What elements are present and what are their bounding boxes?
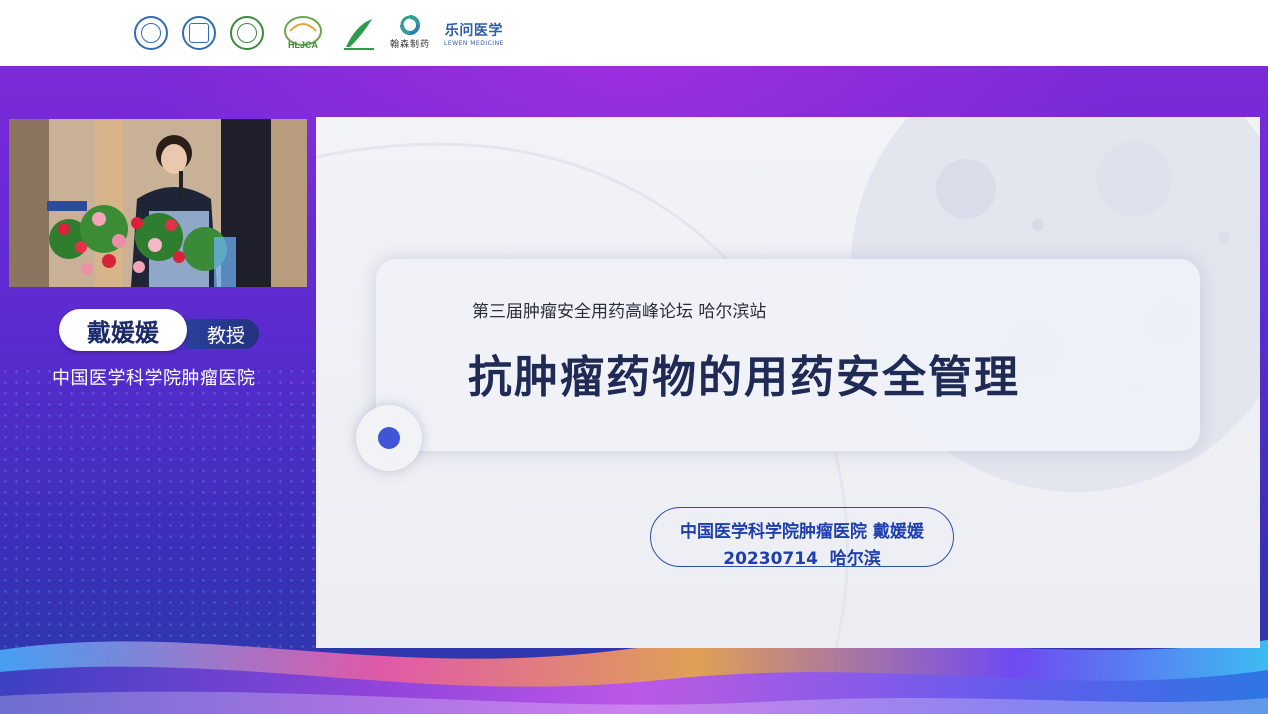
date-location-line: 20230714 哈尔滨 (723, 549, 881, 569)
hljca-logo-icon: HLJCA (278, 15, 328, 51)
sponsor-logo-bar: HLJCA 翰森制药 乐问医学 LEWEN MEDICINE (0, 0, 1268, 66)
slide-title: 抗肿瘤药物的用药安全管理 (468, 352, 1020, 403)
speaker-video-feed (9, 119, 307, 287)
speaker-title: 教授 (185, 319, 259, 349)
slide-subtitle: 第三届肿瘤安全用药高峰论坛 哈尔滨站 (472, 302, 767, 322)
author-info-pill: 中国医学科学院肿瘤医院 戴媛媛 20230714 哈尔滨 (650, 507, 954, 569)
leaf-logo-icon (342, 15, 376, 51)
sponsor-logos: HLJCA 翰森制药 乐问医学 LEWEN MEDICINE (134, 12, 504, 54)
speaker-name: 戴媛媛 (59, 309, 187, 351)
lewen-medicine-logo-icon: 乐问医学 LEWEN MEDICINE (444, 22, 504, 47)
speaker-affiliation: 中国医学科学院肿瘤医院 (52, 368, 256, 389)
svg-text:HLJCA: HLJCA (288, 40, 319, 50)
speaker-video-image (9, 119, 307, 287)
decorative-dot-icon (356, 405, 422, 471)
speaker-name-badge: 教授 戴媛媛 (59, 309, 259, 351)
university-seal-icon (134, 16, 168, 50)
author-line: 中国医学科学院肿瘤医院 戴媛媛 (680, 522, 924, 542)
medical-association-seal-icon (230, 16, 264, 50)
presentation-slide: 第三届肿瘤安全用药高峰论坛 哈尔滨站 抗肿瘤药物的用药安全管理 中国医学科学院肿… (316, 117, 1260, 648)
hospital-seal-icon (182, 16, 216, 50)
hanshen-pharma-logo-icon: 翰森制药 (390, 15, 430, 51)
